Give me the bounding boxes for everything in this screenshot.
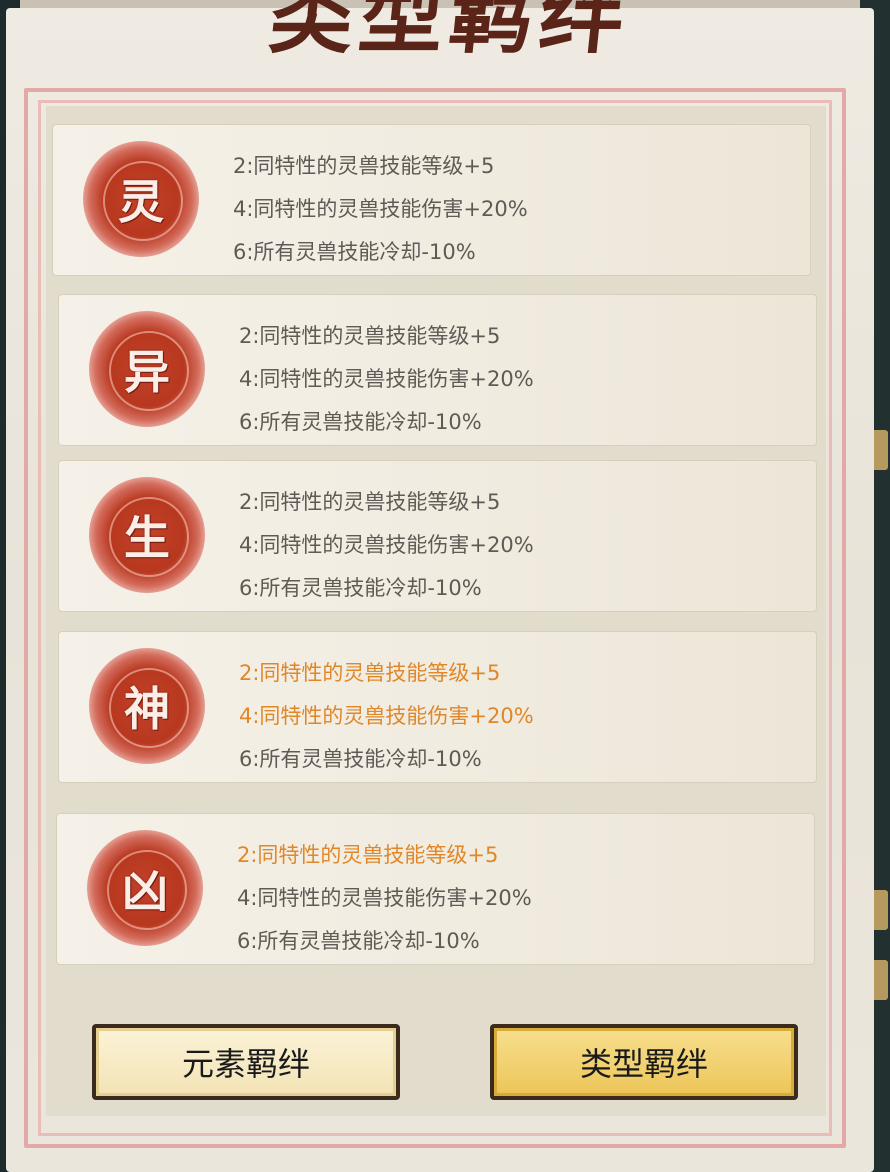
seal-character: 异 <box>124 345 170 399</box>
bond-card: 神 2:同特性的灵兽技能等级+5 4:同特性的灵兽技能伤害+20% 6:所有灵兽技能冷… <box>58 631 817 783</box>
seal-character: 灵 <box>118 175 164 229</box>
bond-effect-line: 6:所有灵兽技能冷却-10% <box>239 576 482 600</box>
bond-card: 凶 2:同特性的灵兽技能等级+5 4:同特性的灵兽技能伤害+20% 6:所有灵兽技能冷… <box>56 813 815 965</box>
bond-effect-line: 4:同特性的灵兽技能伤害+20% <box>239 533 534 557</box>
seal-yi-icon: 异 <box>89 311 205 427</box>
type-bond-button[interactable]: 类型羁绊 <box>490 1024 798 1100</box>
bond-effect-list: 2:同特性的灵兽技能等级+5 4:同特性的灵兽技能伤害+20% 6:所有灵兽技能冷却… <box>239 652 534 781</box>
bond-effect-line: 2:同特性的灵兽技能等级+5 <box>239 324 501 348</box>
bond-effect-line: 6:所有灵兽技能冷却-10% <box>237 929 480 953</box>
seal-character: 神 <box>124 682 170 736</box>
bond-effect-line: 4:同特性的灵兽技能伤害+20% <box>239 367 534 391</box>
bond-effect-list: 2:同特性的灵兽技能等级+5 4:同特性的灵兽技能伤害+20% 6:所有灵兽技能冷却… <box>239 481 534 610</box>
seal-character: 生 <box>124 511 170 565</box>
bond-card: 异 2:同特性的灵兽技能等级+5 4:同特性的灵兽技能伤害+20% 6:所有灵兽技能冷… <box>58 294 817 446</box>
element-bond-button[interactable]: 元素羁绊 <box>92 1024 400 1100</box>
bond-effect-list: 2:同特性的灵兽技能等级+5 4:同特性的灵兽技能伤害+20% 6:所有灵兽技能冷却… <box>233 145 528 274</box>
seal-character: 凶 <box>122 864 168 918</box>
bond-effect-line: 2:同特性的灵兽技能等级+5 <box>239 490 501 514</box>
bond-card: 灵 2:同特性的灵兽技能等级+5 4:同特性的灵兽技能伤害+20% 6:所有灵兽技能冷… <box>52 124 811 276</box>
bond-effect-line: 2:同特性的灵兽技能等级+5 <box>233 154 495 178</box>
bond-effect-line: 6:所有灵兽技能冷却-10% <box>239 410 482 434</box>
bond-effect-line: 2:同特性的灵兽技能等级+5 <box>239 661 501 685</box>
bond-effect-list: 2:同特性的灵兽技能等级+5 4:同特性的灵兽技能伤害+20% 6:所有灵兽技能冷却… <box>237 834 532 963</box>
bond-effect-list: 2:同特性的灵兽技能等级+5 4:同特性的灵兽技能伤害+20% 6:所有灵兽技能冷却… <box>239 315 534 444</box>
seal-sheng-icon: 生 <box>89 477 205 593</box>
seal-shen-icon: 神 <box>89 648 205 764</box>
bond-card: 生 2:同特性的灵兽技能等级+5 4:同特性的灵兽技能伤害+20% 6:所有灵兽技能冷… <box>58 460 817 612</box>
bond-effect-line: 4:同特性的灵兽技能伤害+20% <box>239 704 534 728</box>
bond-effect-line: 2:同特性的灵兽技能等级+5 <box>237 843 499 867</box>
bond-effect-line: 6:所有灵兽技能冷却-10% <box>233 240 476 264</box>
bond-effect-line: 6:所有灵兽技能冷却-10% <box>239 747 482 771</box>
seal-ling-icon: 灵 <box>83 141 199 257</box>
page-title: 类型羁绊 <box>264 0 636 65</box>
seal-xiong-icon: 凶 <box>87 830 203 946</box>
bond-effect-line: 4:同特性的灵兽技能伤害+20% <box>237 886 532 910</box>
bond-effect-line: 4:同特性的灵兽技能伤害+20% <box>233 197 528 221</box>
